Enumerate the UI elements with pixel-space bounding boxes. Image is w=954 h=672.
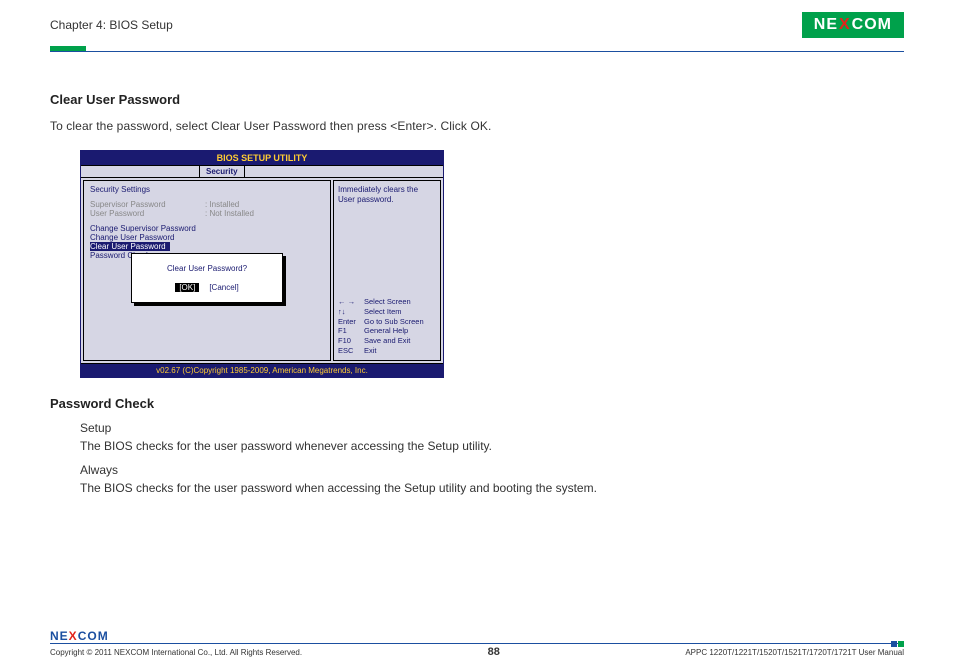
bios-dialog-question: Clear User Password? bbox=[136, 264, 278, 283]
nav-key-ud: ↑↓ bbox=[338, 307, 364, 317]
clear-user-password-description: To clear the password, select Clear User… bbox=[50, 117, 670, 136]
supervisor-label: Supervisor Password bbox=[90, 200, 205, 209]
nav-desc-general-help: General Help bbox=[364, 326, 408, 336]
heading-clear-user-password: Clear User Password bbox=[50, 92, 670, 107]
bios-item-change-supervisor[interactable]: Change Supervisor Password bbox=[90, 224, 324, 233]
nav-desc-exit: Exit bbox=[364, 346, 377, 356]
password-check-setup-label: Setup bbox=[80, 421, 670, 435]
user-value: : Not Installed bbox=[205, 209, 254, 218]
bios-row-supervisor: Supervisor Password : Installed bbox=[90, 200, 324, 209]
bios-item-clear-user-selected[interactable]: Clear User Password bbox=[90, 242, 170, 251]
password-check-always-desc: The BIOS checks for the user password wh… bbox=[80, 479, 670, 498]
nav-key-f10: F10 bbox=[338, 336, 364, 346]
user-label: User Password bbox=[90, 209, 205, 218]
bios-item-change-user[interactable]: Change User Password bbox=[90, 233, 324, 242]
bios-left-pane: Security Settings Supervisor Password : … bbox=[83, 180, 331, 361]
brand-logo-bottom: NEXCOM bbox=[50, 629, 904, 643]
nav-desc-save-exit: Save and Exit bbox=[364, 336, 410, 346]
bios-row-user: User Password : Not Installed bbox=[90, 209, 324, 218]
heading-password-check: Password Check bbox=[50, 396, 670, 411]
supervisor-value: : Installed bbox=[205, 200, 239, 209]
header-rule bbox=[50, 46, 904, 52]
brand-pre-bottom: NE bbox=[50, 629, 69, 643]
brand-logo-top: NEXCOM bbox=[802, 12, 904, 38]
bios-right-pane: Immediately clears the User password. ← … bbox=[333, 180, 441, 361]
bios-help-text: Immediately clears the User password. bbox=[338, 185, 436, 206]
nav-desc-select-screen: Select Screen bbox=[364, 297, 411, 307]
nav-desc-sub-screen: Go to Sub Screen bbox=[364, 317, 424, 327]
password-check-setup-desc: The BIOS checks for the user password wh… bbox=[80, 437, 670, 456]
bios-dialog-ok-button[interactable]: [OK] bbox=[175, 283, 199, 292]
nav-key-esc: ESC bbox=[338, 346, 364, 356]
brand-post: COM bbox=[852, 16, 892, 34]
brand-x-icon-bottom: X bbox=[69, 629, 78, 643]
bios-dialog: Clear User Password? [OK] [Cancel] bbox=[131, 253, 283, 303]
nav-key-f1: F1 bbox=[338, 326, 364, 336]
page-number: 88 bbox=[488, 646, 500, 658]
bios-nav-help: ← →Select Screen ↑↓Select Item EnterGo t… bbox=[338, 297, 436, 356]
nav-key-lr: ← → bbox=[338, 297, 364, 307]
bios-footer-copyright: v02.67 (C)Copyright 1985-2009, American … bbox=[81, 363, 443, 377]
footer-copyright: Copyright © 2011 NEXCOM International Co… bbox=[50, 648, 302, 657]
footer-rule bbox=[50, 643, 904, 644]
nav-desc-select-item: Select Item bbox=[364, 307, 402, 317]
bios-tab-security[interactable]: Security bbox=[199, 166, 245, 177]
brand-post-bottom: COM bbox=[78, 629, 109, 643]
nav-key-enter: Enter bbox=[338, 317, 364, 327]
bios-section-label: Security Settings bbox=[90, 185, 324, 194]
bios-title: BIOS SETUP UTILITY bbox=[81, 151, 443, 165]
bios-screenshot: BIOS SETUP UTILITY Security Security Set… bbox=[80, 150, 444, 378]
brand-pre: NE bbox=[814, 16, 838, 34]
bios-tab-bar: Security bbox=[81, 165, 443, 178]
brand-x-icon: X bbox=[838, 16, 852, 34]
chapter-title: Chapter 4: BIOS Setup bbox=[50, 18, 173, 32]
password-check-always-label: Always bbox=[80, 463, 670, 477]
bios-dialog-cancel-button[interactable]: [Cancel] bbox=[209, 283, 238, 292]
footer-manual-ref: APPC 1220T/1221T/1520T/1521T/1720T/1721T… bbox=[685, 648, 904, 657]
